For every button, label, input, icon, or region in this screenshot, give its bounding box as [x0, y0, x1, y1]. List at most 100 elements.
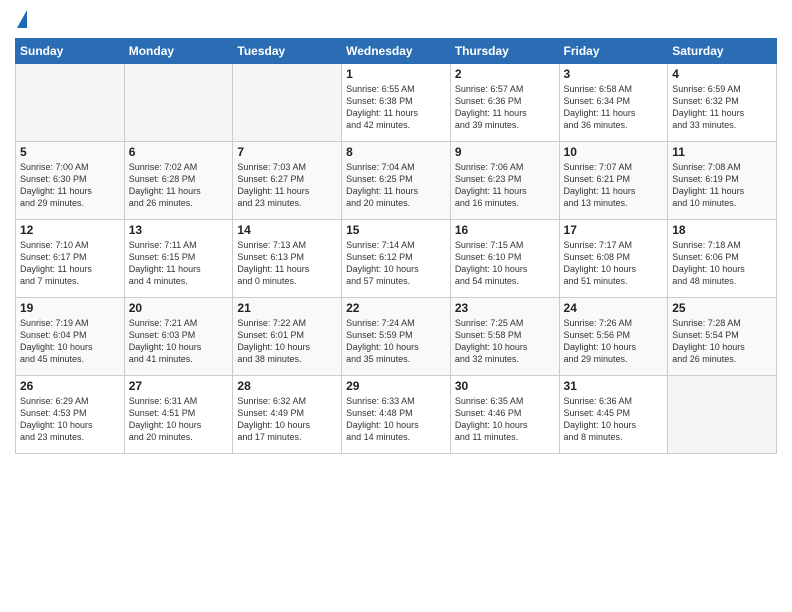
day-number: 16 [455, 223, 555, 237]
week-row-2: 5Sunrise: 7:00 AM Sunset: 6:30 PM Daylig… [16, 142, 777, 220]
day-number: 6 [129, 145, 229, 159]
calendar-cell: 30Sunrise: 6:35 AM Sunset: 4:46 PM Dayli… [450, 376, 559, 454]
day-number: 31 [564, 379, 664, 393]
calendar-cell: 5Sunrise: 7:00 AM Sunset: 6:30 PM Daylig… [16, 142, 125, 220]
day-number: 25 [672, 301, 772, 315]
week-row-1: 1 Sunrise: 6:55 AM Sunset: 6:38 PM Daylig… [16, 64, 777, 142]
calendar-cell: 21 Sunrise: 7:22 AM Sunset: 6:01 PM Dayli… [233, 298, 342, 376]
day-header-thursday: Thursday [450, 39, 559, 64]
day-number: 9 [455, 145, 555, 159]
day-info: Sunrise: 7:17 AM Sunset: 6:08 PM Dayligh… [564, 239, 664, 288]
week-row-4: 19Sunrise: 7:19 AM Sunset: 6:04 PM Dayli… [16, 298, 777, 376]
day-info: Sunrise: 6:58 AM Sunset: 6:34 PM Dayligh… [564, 83, 664, 132]
day-info: Sunrise: 7:15 AM Sunset: 6:10 PM Dayligh… [455, 239, 555, 288]
day-number: 14 [237, 223, 337, 237]
page-container: SundayMondayTuesdayWednesdayThursdayFrid… [0, 0, 792, 464]
calendar-cell: 28Sunrise: 6:32 AM Sunset: 4:49 PM Dayli… [233, 376, 342, 454]
day-header-friday: Friday [559, 39, 668, 64]
calendar-cell: 2 Sunrise: 6:57 AM Sunset: 6:36 PM Daylig… [450, 64, 559, 142]
day-info: Sunrise: 7:18 AM Sunset: 6:06 PM Dayligh… [672, 239, 772, 288]
day-info: Sunrise: 7:11 AM Sunset: 6:15 PM Dayligh… [129, 239, 229, 288]
calendar-cell: 12 Sunrise: 7:10 AM Sunset: 6:17 PM Dayli… [16, 220, 125, 298]
day-info: Sunrise: 6:31 AM Sunset: 4:51 PM Dayligh… [129, 395, 229, 444]
day-info: Sunrise: 6:57 AM Sunset: 6:36 PM Dayligh… [455, 83, 555, 132]
calendar-cell: 29 Sunrise: 6:33 AM Sunset: 4:48 PM Dayli… [342, 376, 451, 454]
logo [15, 10, 27, 30]
day-info: Sunrise: 6:33 AM Sunset: 4:48 PM Dayligh… [346, 395, 446, 444]
calendar-cell: 7Sunrise: 7:03 AM Sunset: 6:27 PM Daylig… [233, 142, 342, 220]
day-number: 12 [20, 223, 120, 237]
day-info: Sunrise: 7:00 AM Sunset: 6:30 PM Dayligh… [20, 161, 120, 210]
calendar-cell: 4Sunrise: 6:59 AM Sunset: 6:32 PM Daylig… [668, 64, 777, 142]
day-number: 1 [346, 67, 446, 81]
day-info: Sunrise: 7:06 AM Sunset: 6:23 PM Dayligh… [455, 161, 555, 210]
calendar-cell: 31 Sunrise: 6:36 AM Sunset: 4:45 PM Dayli… [559, 376, 668, 454]
calendar-cell: 22 Sunrise: 7:24 AM Sunset: 5:59 PM Dayli… [342, 298, 451, 376]
day-header-monday: Monday [124, 39, 233, 64]
day-info: Sunrise: 7:19 AM Sunset: 6:04 PM Dayligh… [20, 317, 120, 366]
calendar-table: SundayMondayTuesdayWednesdayThursdayFrid… [15, 38, 777, 454]
day-number: 4 [672, 67, 772, 81]
day-info: Sunrise: 6:32 AM Sunset: 4:49 PM Dayligh… [237, 395, 337, 444]
day-info: Sunrise: 6:29 AM Sunset: 4:53 PM Dayligh… [20, 395, 120, 444]
day-number: 29 [346, 379, 446, 393]
calendar-cell: 1 Sunrise: 6:55 AM Sunset: 6:38 PM Daylig… [342, 64, 451, 142]
day-info: Sunrise: 7:07 AM Sunset: 6:21 PM Dayligh… [564, 161, 664, 210]
day-number: 10 [564, 145, 664, 159]
day-info: Sunrise: 7:08 AM Sunset: 6:19 PM Dayligh… [672, 161, 772, 210]
day-header-wednesday: Wednesday [342, 39, 451, 64]
header-row: SundayMondayTuesdayWednesdayThursdayFrid… [16, 39, 777, 64]
day-info: Sunrise: 7:04 AM Sunset: 6:25 PM Dayligh… [346, 161, 446, 210]
day-info: Sunrise: 7:22 AM Sunset: 6:01 PM Dayligh… [237, 317, 337, 366]
day-info: Sunrise: 7:28 AM Sunset: 5:54 PM Dayligh… [672, 317, 772, 366]
calendar-cell: 19Sunrise: 7:19 AM Sunset: 6:04 PM Dayli… [16, 298, 125, 376]
day-number: 17 [564, 223, 664, 237]
calendar-cell: 13Sunrise: 7:11 AM Sunset: 6:15 PM Dayli… [124, 220, 233, 298]
day-info: Sunrise: 7:21 AM Sunset: 6:03 PM Dayligh… [129, 317, 229, 366]
day-info: Sunrise: 7:25 AM Sunset: 5:58 PM Dayligh… [455, 317, 555, 366]
day-info: Sunrise: 6:36 AM Sunset: 4:45 PM Dayligh… [564, 395, 664, 444]
day-header-saturday: Saturday [668, 39, 777, 64]
calendar-cell: 3 Sunrise: 6:58 AM Sunset: 6:34 PM Daylig… [559, 64, 668, 142]
day-info: Sunrise: 6:55 AM Sunset: 6:38 PM Dayligh… [346, 83, 446, 132]
calendar-cell: 11 Sunrise: 7:08 AM Sunset: 6:19 PM Dayli… [668, 142, 777, 220]
day-header-sunday: Sunday [16, 39, 125, 64]
day-info: Sunrise: 7:02 AM Sunset: 6:28 PM Dayligh… [129, 161, 229, 210]
calendar-cell: 16 Sunrise: 7:15 AM Sunset: 6:10 PM Dayli… [450, 220, 559, 298]
calendar-cell: 9 Sunrise: 7:06 AM Sunset: 6:23 PM Daylig… [450, 142, 559, 220]
day-number: 20 [129, 301, 229, 315]
day-info: Sunrise: 7:24 AM Sunset: 5:59 PM Dayligh… [346, 317, 446, 366]
day-info: Sunrise: 7:13 AM Sunset: 6:13 PM Dayligh… [237, 239, 337, 288]
calendar-cell: 25 Sunrise: 7:28 AM Sunset: 5:54 PM Dayli… [668, 298, 777, 376]
calendar-cell: 10 Sunrise: 7:07 AM Sunset: 6:21 PM Dayli… [559, 142, 668, 220]
calendar-cell: 18 Sunrise: 7:18 AM Sunset: 6:06 PM Dayli… [668, 220, 777, 298]
day-number: 23 [455, 301, 555, 315]
calendar-cell [233, 64, 342, 142]
day-info: Sunrise: 7:10 AM Sunset: 6:17 PM Dayligh… [20, 239, 120, 288]
day-number: 8 [346, 145, 446, 159]
day-info: Sunrise: 7:26 AM Sunset: 5:56 PM Dayligh… [564, 317, 664, 366]
week-row-5: 26 Sunrise: 6:29 AM Sunset: 4:53 PM Dayli… [16, 376, 777, 454]
day-number: 15 [346, 223, 446, 237]
day-number: 2 [455, 67, 555, 81]
calendar-cell: 14 Sunrise: 7:13 AM Sunset: 6:13 PM Dayli… [233, 220, 342, 298]
day-number: 7 [237, 145, 337, 159]
calendar-cell: 27Sunrise: 6:31 AM Sunset: 4:51 PM Dayli… [124, 376, 233, 454]
day-number: 3 [564, 67, 664, 81]
day-header-tuesday: Tuesday [233, 39, 342, 64]
day-number: 21 [237, 301, 337, 315]
calendar-cell [668, 376, 777, 454]
calendar-cell: 15 Sunrise: 7:14 AM Sunset: 6:12 PM Dayli… [342, 220, 451, 298]
day-number: 22 [346, 301, 446, 315]
calendar-cell: 26 Sunrise: 6:29 AM Sunset: 4:53 PM Dayli… [16, 376, 125, 454]
calendar-cell [124, 64, 233, 142]
day-number: 26 [20, 379, 120, 393]
day-number: 11 [672, 145, 772, 159]
calendar-cell: 17 Sunrise: 7:17 AM Sunset: 6:08 PM Dayli… [559, 220, 668, 298]
week-row-3: 12 Sunrise: 7:10 AM Sunset: 6:17 PM Dayli… [16, 220, 777, 298]
day-number: 24 [564, 301, 664, 315]
calendar-cell: 8 Sunrise: 7:04 AM Sunset: 6:25 PM Daylig… [342, 142, 451, 220]
header [15, 10, 777, 30]
day-number: 18 [672, 223, 772, 237]
day-info: Sunrise: 7:14 AM Sunset: 6:12 PM Dayligh… [346, 239, 446, 288]
